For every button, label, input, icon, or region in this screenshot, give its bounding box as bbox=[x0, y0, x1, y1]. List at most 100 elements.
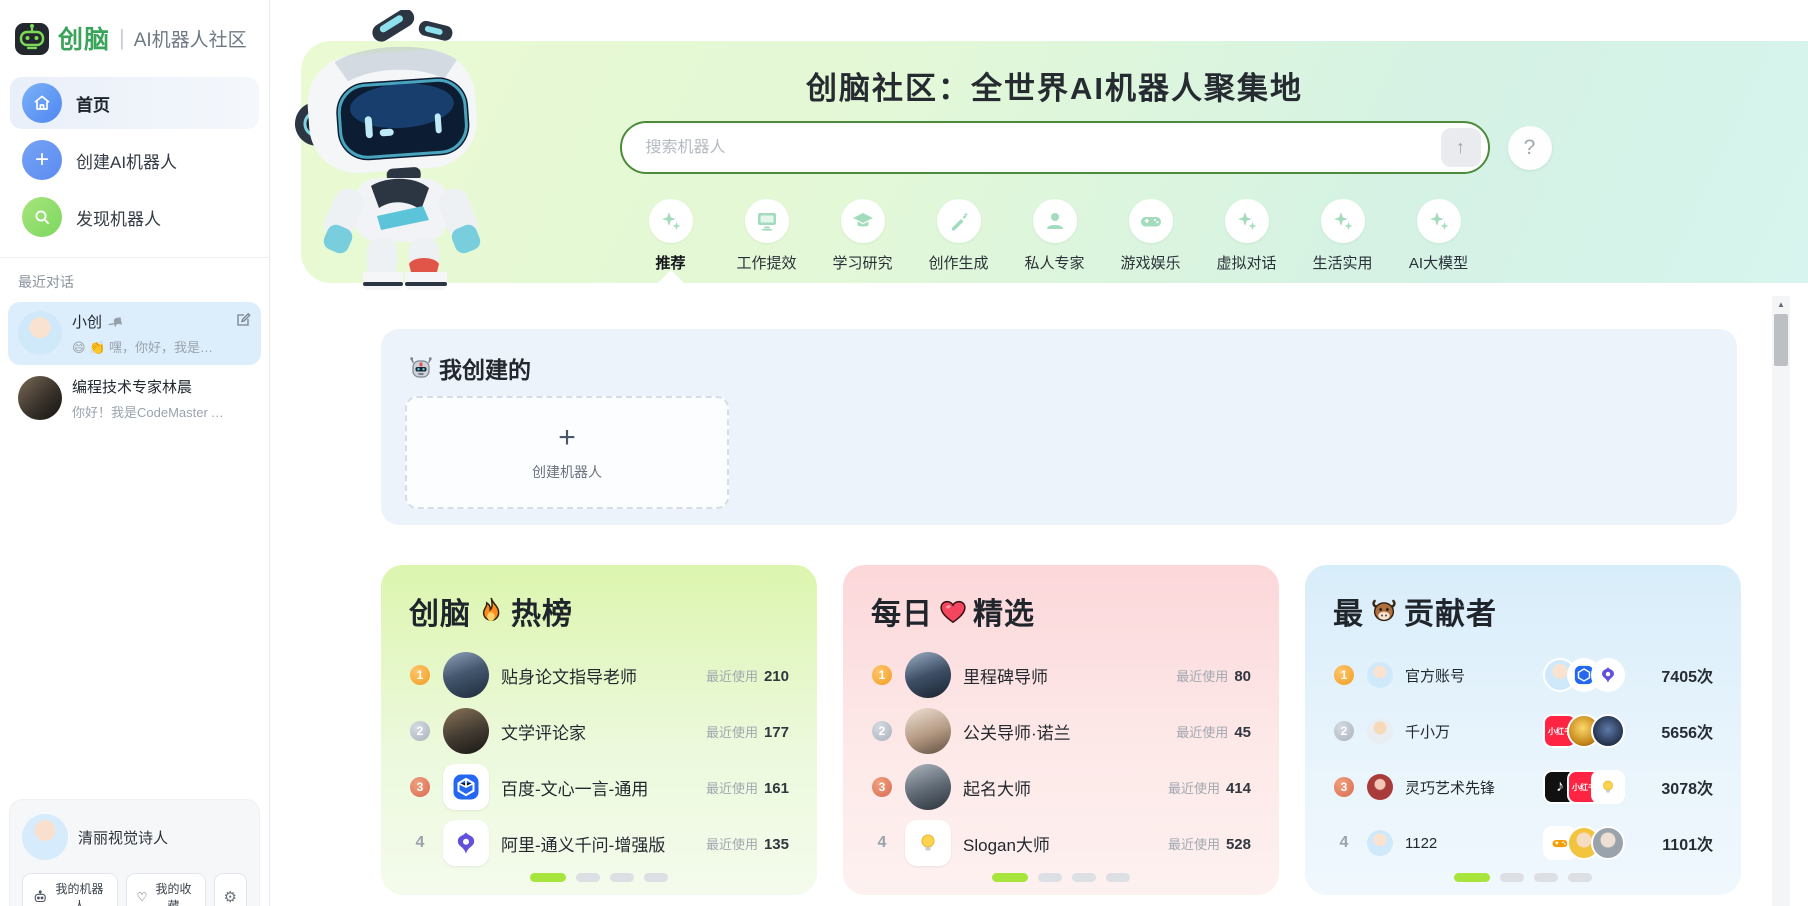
arrow-up-icon: ↑ bbox=[1456, 137, 1465, 157]
contributor-row[interactable]: 2 千小万 小红书 5656次 bbox=[1333, 705, 1713, 757]
settings-button[interactable]: ⚙ bbox=[214, 873, 247, 906]
carousel-dot[interactable] bbox=[1072, 873, 1096, 882]
tab-ai-models[interactable]: AI大模型 bbox=[1403, 199, 1475, 273]
chat-preview: 你好！我是CodeMaster AI… bbox=[72, 402, 224, 421]
tab-virtual-chat[interactable]: 虚拟对话 bbox=[1211, 199, 1283, 273]
carousel-dot[interactable] bbox=[1534, 873, 1558, 882]
rank-number: 4 bbox=[871, 833, 893, 853]
flame-icon bbox=[476, 596, 506, 626]
main-content: 创脑社区：全世界AI机器人聚集地 ↑ ? 推荐 bbox=[270, 0, 1808, 906]
carousel-dot[interactable] bbox=[576, 873, 600, 882]
tongyi-logo-icon bbox=[1591, 658, 1625, 692]
home-icon bbox=[22, 83, 62, 123]
sidebar-divider bbox=[0, 257, 269, 258]
edit-chat-icon[interactable] bbox=[235, 312, 251, 328]
tab-work-efficiency[interactable]: 工作提效 bbox=[731, 199, 803, 273]
create-bot-card[interactable]: + 创建机器人 bbox=[405, 396, 729, 509]
daily-picks-card: 每日 精选 1 里程碑导师 最近使用80 2 bbox=[843, 565, 1279, 895]
rank-badge: 3 bbox=[1334, 777, 1354, 797]
rank-badge: 1 bbox=[1334, 665, 1354, 685]
my-bots-button[interactable]: 我的机器人 bbox=[22, 873, 118, 906]
search-submit-button[interactable]: ↑ bbox=[1441, 128, 1481, 167]
chat-item-linchen[interactable]: 编程技术专家林晨 你好！我是CodeMaster AI… bbox=[8, 367, 261, 430]
my-favorites-button[interactable]: ♡ 我的收藏 bbox=[126, 873, 206, 906]
search-icon bbox=[22, 197, 62, 237]
plus-icon: + bbox=[22, 140, 62, 180]
usage-count: 1101次 bbox=[1647, 831, 1713, 855]
woman-avatar bbox=[1591, 826, 1625, 860]
monitor-icon bbox=[745, 199, 789, 243]
contributor-name: 千小万 bbox=[1405, 721, 1531, 742]
brand-logo: 创脑 | AI机器人社区 bbox=[0, 0, 269, 72]
avatar bbox=[905, 708, 951, 754]
help-button[interactable]: ? bbox=[1508, 126, 1552, 170]
carousel-dot[interactable] bbox=[1500, 873, 1524, 882]
page-title: 创脑社区：全世界AI机器人聚集地 bbox=[301, 63, 1808, 108]
rank-badge: 2 bbox=[872, 721, 892, 741]
contributor-row[interactable]: 1 官方账号 7405次 bbox=[1333, 649, 1713, 701]
avatar bbox=[905, 652, 951, 698]
carousel-dot[interactable] bbox=[1568, 873, 1592, 882]
rank-row[interactable]: 2 文学评论家 最近使用177 bbox=[409, 705, 789, 757]
carousel-dot[interactable] bbox=[610, 873, 634, 882]
carousel-dot[interactable] bbox=[1106, 873, 1130, 882]
chat-name: 小创 bbox=[72, 311, 102, 332]
robot-icon bbox=[33, 889, 47, 905]
tab-daily-life[interactable]: 生活实用 bbox=[1307, 199, 1379, 273]
carousel-dot[interactable] bbox=[530, 873, 566, 882]
rank-row[interactable]: 4 阿里-通义千问-增强版 最近使用135 bbox=[409, 817, 789, 869]
ox-icon bbox=[1369, 596, 1399, 626]
carousel-dot[interactable] bbox=[1454, 873, 1490, 882]
rank-row[interactable]: 1 里程碑导师 最近使用80 bbox=[871, 649, 1251, 701]
usage-count: 5656次 bbox=[1647, 719, 1713, 743]
search-input[interactable] bbox=[646, 139, 1441, 157]
brand-divider: | bbox=[119, 25, 125, 51]
scrollbar-up-arrow[interactable]: ▲ bbox=[1772, 296, 1790, 312]
user-name: 清丽视觉诗人 bbox=[78, 827, 168, 848]
usage-count: 135 bbox=[764, 836, 789, 853]
ranking-cards: 创脑 热榜 1 贴身论文指导老师 最近使用210 2 bbox=[381, 565, 1741, 895]
bot-name: 文学评论家 bbox=[501, 719, 694, 744]
contributor-row[interactable]: 3 灵巧艺术先锋 ♪ 小红书 3078次 bbox=[1333, 761, 1713, 813]
recent-chats-heading: 最近对话 bbox=[0, 266, 269, 300]
brand-name: 创脑 bbox=[58, 20, 110, 56]
sidebar-item-label: 首页 bbox=[76, 91, 110, 116]
scrollbar-thumb[interactable] bbox=[1774, 314, 1788, 366]
rank-row[interactable]: 4 Slogan大师 最近使用528 bbox=[871, 817, 1251, 869]
rank-row[interactable]: 3 百度-文心一言-通用 最近使用161 bbox=[409, 761, 789, 813]
sidebar-item-create-bot[interactable]: + 创建AI机器人 bbox=[10, 134, 259, 186]
rank-row[interactable]: 3 起名大师 最近使用414 bbox=[871, 761, 1251, 813]
contributor-row[interactable]: 4 1122 1101次 bbox=[1333, 817, 1713, 869]
tab-study-research[interactable]: 学习研究 bbox=[827, 199, 899, 273]
card-title: 最 贡献者 bbox=[1333, 589, 1713, 633]
avatar bbox=[443, 652, 489, 698]
search-bar: ↑ ? bbox=[620, 121, 1490, 174]
tab-recommend[interactable]: 推荐 bbox=[635, 199, 707, 273]
rank-badge: 3 bbox=[410, 777, 430, 797]
tab-game-entertainment[interactable]: 游戏娱乐 bbox=[1115, 199, 1187, 273]
avatar bbox=[1367, 774, 1393, 800]
plus-icon: + bbox=[558, 423, 576, 453]
carousel-dot[interactable] bbox=[1038, 873, 1062, 882]
rank-row[interactable]: 2 公关导师·诺兰 最近使用45 bbox=[871, 705, 1251, 757]
rank-badge: 1 bbox=[872, 665, 892, 685]
tongyi-logo-icon bbox=[443, 820, 489, 866]
contributor-name: 官方账号 bbox=[1405, 665, 1531, 686]
carousel-dots bbox=[992, 873, 1130, 882]
chat-item-xiaochuang[interactable]: 小创 😄 👏 嘿，你好，我是你的… bbox=[8, 302, 261, 365]
usage-count: 177 bbox=[764, 724, 789, 741]
carousel-dot[interactable] bbox=[644, 873, 668, 882]
sidebar-nav: 首页 + 创建AI机器人 发现机器人 bbox=[0, 77, 269, 243]
bot-name: 百度-文心一言-通用 bbox=[501, 775, 694, 800]
scrollbar: ▲ bbox=[1772, 296, 1790, 906]
tab-creation[interactable]: 创作生成 bbox=[923, 199, 995, 273]
gamepad-icon bbox=[1129, 199, 1173, 243]
sidebar-item-home[interactable]: 首页 bbox=[10, 77, 259, 129]
avatar bbox=[443, 708, 489, 754]
usage-count: 3078次 bbox=[1647, 775, 1713, 799]
tab-personal-expert[interactable]: 私人专家 bbox=[1019, 199, 1091, 273]
rank-row[interactable]: 1 贴身论文指导老师 最近使用210 bbox=[409, 649, 789, 701]
sidebar-item-discover-bots[interactable]: 发现机器人 bbox=[10, 191, 259, 243]
usage-count: 45 bbox=[1234, 724, 1251, 741]
carousel-dot[interactable] bbox=[992, 873, 1028, 882]
